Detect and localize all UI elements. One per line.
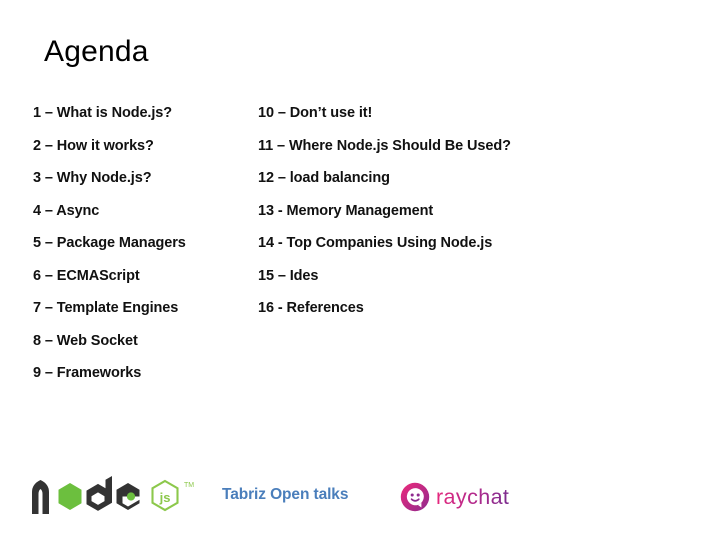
list-item: 12 – load balancing bbox=[258, 170, 390, 186]
svg-text:js: js bbox=[159, 490, 171, 505]
list-item: 6 – ECMAScript bbox=[33, 267, 140, 284]
list-item: 5 – Package Managers bbox=[33, 235, 186, 251]
slide-footer: js TM Tabriz Open talks raychat bbox=[0, 472, 720, 522]
nodejs-logo: js TM bbox=[28, 476, 204, 518]
event-name-label: Tabriz Open talks bbox=[222, 486, 349, 503]
list-item: 9 – Frameworks bbox=[33, 365, 142, 381]
list-item: 8 – Web Socket bbox=[33, 332, 138, 349]
list-item: 2 – How it works? bbox=[33, 137, 154, 154]
agenda-column-left: 1 – What is Node.js? 2 – How it works? 3… bbox=[33, 104, 258, 397]
raychat-logo: raychat bbox=[400, 478, 535, 516]
list-item: 4 – Async bbox=[33, 202, 100, 219]
list-item: 14 - Top Companies Using Node.js bbox=[258, 235, 493, 251]
svg-text:raychat: raychat bbox=[436, 485, 509, 509]
list-item: 10 – Don’t use it! bbox=[258, 105, 373, 121]
list-item: 16 - References bbox=[258, 300, 364, 316]
list-item: 13 - Memory Management bbox=[258, 202, 434, 219]
list-item: 15 – Ides bbox=[258, 267, 319, 284]
page-title: Agenda bbox=[44, 35, 149, 68]
list-item: 7 – Template Engines bbox=[33, 300, 179, 316]
agenda-column-right: 10 – Don’t use it! 11 – Where Node.js Sh… bbox=[258, 104, 698, 332]
list-item: 3 – Why Node.js? bbox=[33, 170, 152, 186]
list-item: 1 – What is Node.js? bbox=[33, 105, 172, 121]
svg-text:TM: TM bbox=[184, 482, 194, 489]
slide-agenda: Agenda 1 – What is Node.js? 2 – How it w… bbox=[0, 0, 720, 540]
list-item: 11 – Where Node.js Should Be Used? bbox=[258, 137, 511, 154]
